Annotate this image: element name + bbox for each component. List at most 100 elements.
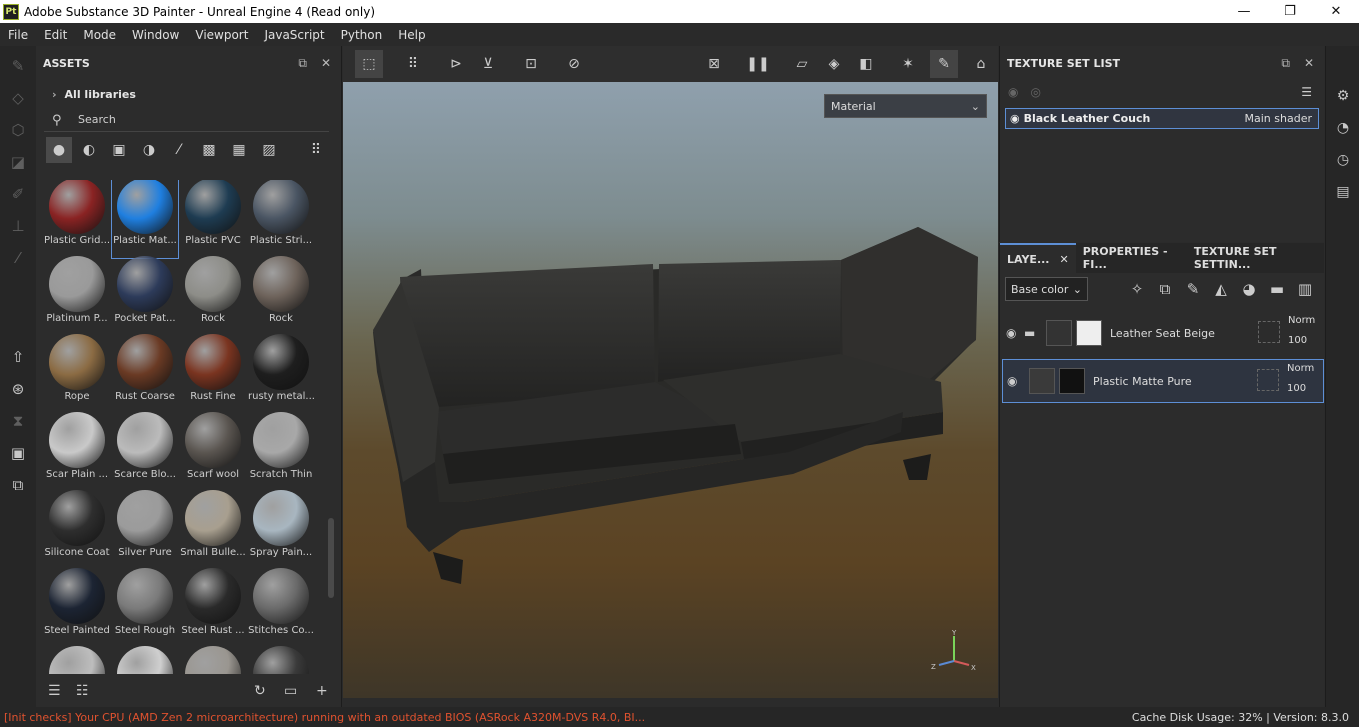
asset-thumbnail[interactable]: Pocket Pat... xyxy=(112,256,178,336)
asset-thumbnail[interactable]: Small Bulle... xyxy=(180,490,246,570)
smart-materials-filter-icon[interactable]: ◐ xyxy=(76,137,102,163)
paint-mode-icon[interactable]: ✎ xyxy=(930,50,958,78)
blend-mode[interactable]: Norm xyxy=(1287,363,1314,374)
visibility-all-icon[interactable]: ◉ xyxy=(1008,85,1018,99)
menu-edit[interactable]: Edit xyxy=(36,28,75,42)
shader-label[interactable]: Main shader xyxy=(1245,112,1312,125)
asset-thumbnail[interactable]: Silicone Coat xyxy=(44,490,110,570)
menu-python[interactable]: Python xyxy=(333,28,391,42)
color-picker-tool-icon[interactable]: ⁄ xyxy=(8,248,28,268)
layer-row[interactable]: ◉ ▬ Leather Seat Beige Norm 100 xyxy=(1002,311,1324,355)
minimize-button[interactable]: — xyxy=(1221,0,1267,23)
reset-icon[interactable]: ⊘ xyxy=(560,50,588,78)
tab-texture-set-settings[interactable]: TEXTURE SET SETTIN... xyxy=(1187,243,1324,273)
eye-icon[interactable]: ◉ xyxy=(1010,112,1020,125)
material-mode-dropdown[interactable]: Material ⌄ xyxy=(824,94,987,118)
screenshot-icon[interactable]: ⌂ xyxy=(967,50,995,78)
eye-icon[interactable]: ◉ xyxy=(1006,326,1024,340)
asset-thumbnail[interactable]: Steel Rust ... xyxy=(180,568,246,648)
visibility-icon[interactable]: ◎ xyxy=(1030,85,1040,99)
pause-icon[interactable]: ❚❚ xyxy=(744,50,772,78)
asset-thumbnail[interactable]: Scarce Blo... xyxy=(112,412,178,492)
menu-javascript[interactable]: JavaScript xyxy=(256,28,332,42)
select-mode-icon[interactable]: ⬚ xyxy=(355,50,383,78)
view-grid-icon[interactable]: ⠿ xyxy=(303,137,329,163)
close-tab-icon[interactable]: ✕ xyxy=(1060,253,1069,266)
frame-icon[interactable]: ⊡ xyxy=(517,50,545,78)
refresh-icon[interactable]: ↻ xyxy=(254,683,266,699)
view-mode-icon[interactable]: ▱ xyxy=(788,50,816,78)
add-mask-icon[interactable]: ⧉ xyxy=(1156,280,1174,298)
eye-icon[interactable]: ◉ xyxy=(1007,374,1025,388)
materials-filter-icon[interactable]: ● xyxy=(46,137,72,163)
grid-mode-icon[interactable]: ⠿ xyxy=(399,50,427,78)
brushes-filter-icon[interactable]: ⁄ xyxy=(166,137,192,163)
menu-mode[interactable]: Mode xyxy=(75,28,124,42)
symmetry-icon[interactable]: ⊳ xyxy=(442,50,470,78)
export-icon[interactable]: ⇧ xyxy=(8,347,28,367)
projection-tool-icon[interactable]: ⬡ xyxy=(8,120,28,140)
library-selector[interactable]: › All libraries xyxy=(36,80,341,108)
asset-thumbnail[interactable]: Spray Pain... xyxy=(248,490,314,570)
display-settings-icon[interactable]: ⚙ xyxy=(1333,86,1353,106)
asset-thumbnail[interactable]: Rust Coarse xyxy=(112,334,178,414)
timer-icon[interactable]: ⧗ xyxy=(8,411,28,431)
clone-tool-icon[interactable]: ⊥ xyxy=(8,216,28,236)
assets-scrollbar[interactable] xyxy=(328,518,334,598)
close-panel-icon[interactable]: ✕ xyxy=(1304,56,1314,71)
search-input[interactable]: Search xyxy=(78,113,116,126)
maximize-button[interactable]: ❐ xyxy=(1267,0,1313,23)
asset-search[interactable]: ⚲ Search xyxy=(44,108,329,132)
undock-icon[interactable]: ⧉ xyxy=(1281,56,1290,71)
add-effect-icon[interactable]: ✧ xyxy=(1128,280,1146,298)
asset-thumbnail[interactable]: Platinum P... xyxy=(44,256,110,336)
asset-thumbnail[interactable]: Scarf wool xyxy=(180,412,246,492)
menu-list-icon[interactable]: ☰ xyxy=(1301,85,1312,99)
filters-filter-icon[interactable]: ◑ xyxy=(136,137,162,163)
asset-thumbnail[interactable]: Rope xyxy=(44,334,110,414)
asset-thumbnail[interactable] xyxy=(44,646,110,674)
shelf-icon[interactable]: ▣ xyxy=(8,443,28,463)
channel-dropdown[interactable]: Base color ⌄ xyxy=(1005,277,1088,301)
undock-icon[interactable]: ⧉ xyxy=(298,56,307,71)
tab-properties[interactable]: PROPERTIES - FI... xyxy=(1076,243,1187,273)
asset-thumbnail[interactable]: Steel Painted xyxy=(44,568,110,648)
log-icon[interactable]: ▤ xyxy=(1333,182,1353,202)
asset-thumbnail[interactable] xyxy=(248,646,314,674)
environments-filter-icon[interactable]: ▨ xyxy=(256,137,282,163)
textures-filter-icon[interactable]: ▦ xyxy=(226,137,252,163)
alphas-filter-icon[interactable]: ▩ xyxy=(196,137,222,163)
menu-viewport[interactable]: Viewport xyxy=(187,28,256,42)
asset-thumbnail[interactable]: Rock xyxy=(180,256,246,336)
layer-opacity[interactable]: 100 xyxy=(1288,335,1307,346)
asset-thumbnail[interactable]: Steel Rough xyxy=(112,568,178,648)
asset-thumbnail[interactable]: Plastic Mat... xyxy=(111,180,179,259)
asset-thumbnail[interactable]: Rock xyxy=(248,256,314,336)
hide-icon[interactable]: ⊠ xyxy=(700,50,728,78)
eraser-tool-icon[interactable]: ◇ xyxy=(8,88,28,108)
add-icon[interactable]: + xyxy=(316,683,328,699)
status-error[interactable]: [Init checks] Your CPU (AMD Zen 2 microa… xyxy=(4,711,645,724)
smudge-tool-icon[interactable]: ✐ xyxy=(8,184,28,204)
new-folder-icon[interactable]: ▭ xyxy=(284,683,297,699)
filter-list-icon[interactable]: ☰ xyxy=(48,683,61,699)
asset-thumbnail[interactable] xyxy=(112,646,178,674)
asset-thumbnail[interactable]: Plastic Stri... xyxy=(248,180,314,258)
camera-icon[interactable]: ◧ xyxy=(852,50,880,78)
render-icon[interactable]: ✶ xyxy=(894,50,922,78)
asset-thumbnail[interactable] xyxy=(180,646,246,674)
list-view-icon[interactable]: ☷ xyxy=(76,683,89,699)
history-icon[interactable]: ◷ xyxy=(1333,150,1353,170)
delete-icon[interactable]: ▥ xyxy=(1296,280,1314,298)
mirror-icon[interactable]: ⊻ xyxy=(474,50,502,78)
viewport[interactable]: ⬚ ⠿ ⊳ ⊻ ⊡ ⊘ ⊠ ❚❚ ▱ ◈ ◧ ✶ ✎ ⌂ Material ⌄ … xyxy=(343,46,998,698)
add-smart-layer-icon[interactable]: ◕ xyxy=(1240,280,1258,298)
masks-filter-icon[interactable]: ▣ xyxy=(106,137,132,163)
menu-window[interactable]: Window xyxy=(124,28,187,42)
asset-thumbnail[interactable]: Plastic PVC xyxy=(180,180,246,258)
asset-thumbnail[interactable]: Scar Plain ... xyxy=(44,412,110,492)
blend-mode[interactable]: Norm xyxy=(1288,315,1315,326)
add-paint-layer-icon[interactable]: ✎ xyxy=(1184,280,1202,298)
shader-settings-icon[interactable]: ◔ xyxy=(1333,118,1353,138)
bake-icon[interactable]: ⊛ xyxy=(8,379,28,399)
